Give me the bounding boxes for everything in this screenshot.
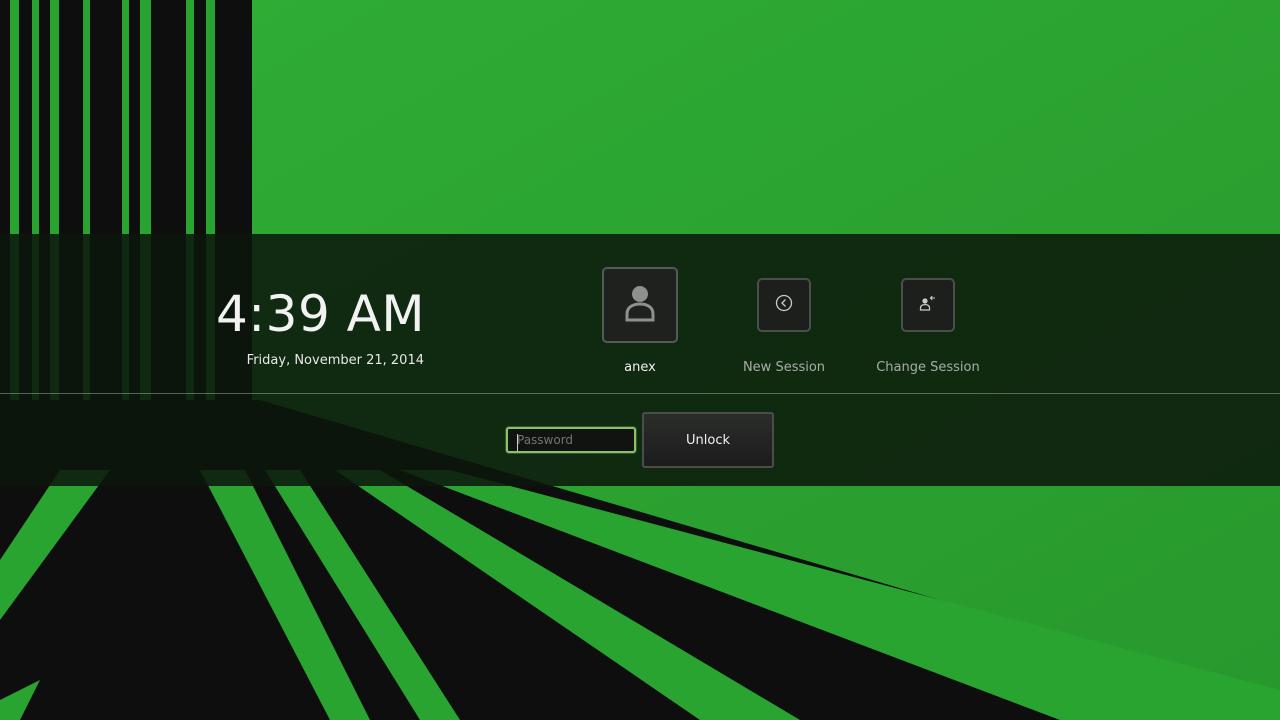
user-tile-anex[interactable] (602, 267, 678, 343)
switch-user-icon (918, 293, 938, 317)
new-session-label: New Session (742, 360, 826, 375)
panel-divider (0, 393, 1280, 394)
change-session-button[interactable] (901, 278, 955, 332)
text-caret (517, 434, 518, 451)
password-input[interactable] (506, 427, 636, 453)
back-arrow-circle-icon (774, 293, 794, 317)
unlock-button[interactable]: Unlock (642, 412, 774, 468)
new-session-button[interactable] (757, 278, 811, 332)
clock-time: 4:39 AM (215, 285, 425, 343)
change-session-label: Change Session (876, 360, 980, 375)
user-name-label: anex (624, 360, 656, 375)
user-avatar-icon (625, 284, 655, 326)
clock-date: Friday, November 21, 2014 (246, 353, 424, 368)
lock-screen: 4:39 AM Friday, November 21, 2014 anex N… (0, 0, 1280, 720)
